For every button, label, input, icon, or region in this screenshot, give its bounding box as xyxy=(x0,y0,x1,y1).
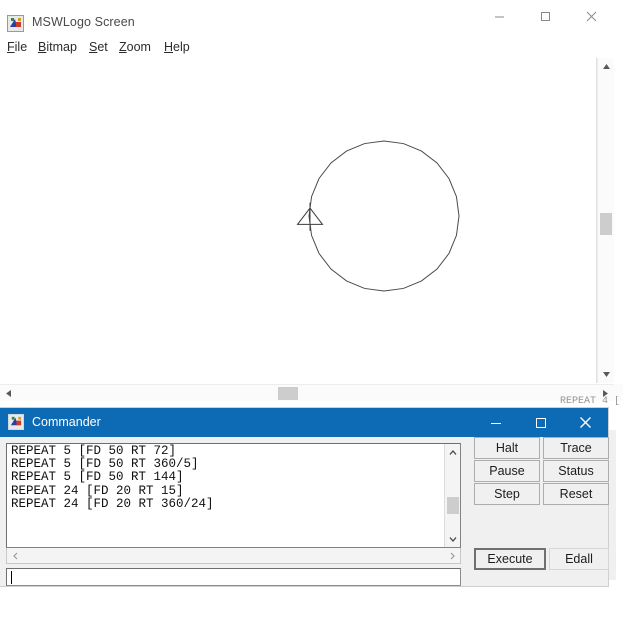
maximize-button[interactable] xyxy=(522,0,568,32)
halt-button[interactable]: Halt xyxy=(474,437,540,459)
menu-mnemonic: Z xyxy=(119,40,127,54)
menu-rest: elp xyxy=(173,40,190,54)
scroll-down-icon[interactable] xyxy=(598,366,614,383)
history-horizontal-scrollbar[interactable] xyxy=(6,548,461,564)
scroll-up-icon[interactable] xyxy=(445,444,460,460)
background-console-text: REPEAT 4 [ xyxy=(560,396,620,407)
commander-title: Commander xyxy=(32,415,101,429)
menu-mnemonic: H xyxy=(164,40,173,54)
menu-rest: itmap xyxy=(46,40,77,54)
turtle-cursor-icon xyxy=(298,203,323,231)
commander-maximize-button[interactable] xyxy=(518,408,563,437)
menu-item-set[interactable]: Set xyxy=(89,40,108,54)
screen-titlebar: MSWLogo Screen xyxy=(0,0,623,38)
menu-rest: ile xyxy=(15,40,28,54)
step-button[interactable]: Step xyxy=(474,483,540,505)
reset-button[interactable]: Reset xyxy=(543,483,609,505)
mswlogo-screen-window: MSWLogo Screen File Bitmap Set Zoom Help xyxy=(0,0,623,410)
history-line: REPEAT 5 [FD 50 RT 144] xyxy=(11,471,442,484)
trace-button[interactable]: Trace xyxy=(543,437,609,459)
commander-close-button[interactable] xyxy=(563,408,608,437)
execute-button[interactable]: Execute xyxy=(474,548,546,570)
turtle-drawing xyxy=(0,58,596,383)
command-history-pane[interactable]: REPEAT 5 [FD 50 RT 72]REPEAT 5 [FD 50 RT… xyxy=(6,443,461,548)
screen-vertical-scroll-thumb[interactable] xyxy=(600,213,612,235)
mswlogo-app-icon xyxy=(8,414,24,430)
commander-titlebar: Commander xyxy=(0,408,608,437)
screen-title: MSWLogo Screen xyxy=(32,15,135,29)
close-button[interactable] xyxy=(568,0,614,32)
scroll-left-icon[interactable] xyxy=(7,548,23,563)
menu-rest: et xyxy=(97,40,107,54)
minimize-button[interactable] xyxy=(476,0,522,32)
turtle-graphics-canvas[interactable] xyxy=(0,58,597,383)
menu-item-bitmap[interactable]: Bitmap xyxy=(38,40,77,54)
screen-horizontal-scrollbar[interactable] xyxy=(0,384,614,401)
mswlogo-app-icon xyxy=(7,15,24,32)
history-line: REPEAT 24 [FD 20 RT 15] xyxy=(11,485,442,498)
text-caret xyxy=(11,571,12,584)
history-line: REPEAT 24 [FD 20 RT 360/24] xyxy=(11,498,442,511)
pause-button[interactable]: Pause xyxy=(474,460,540,482)
menu-bar: File Bitmap Set Zoom Help xyxy=(0,40,623,57)
command-input-field[interactable] xyxy=(6,568,461,586)
screen-vertical-scrollbar[interactable] xyxy=(597,58,614,383)
commander-minimize-button[interactable] xyxy=(473,408,518,437)
menu-rest: oom xyxy=(127,40,151,54)
status-button[interactable]: Status xyxy=(543,460,609,482)
menu-item-help[interactable]: Help xyxy=(164,40,190,54)
scroll-right-icon[interactable] xyxy=(444,548,460,563)
menu-mnemonic: F xyxy=(7,40,15,54)
command-history-list: REPEAT 5 [FD 50 RT 72]REPEAT 5 [FD 50 RT… xyxy=(11,445,442,511)
scroll-down-icon[interactable] xyxy=(445,531,460,547)
history-vertical-scroll-thumb[interactable] xyxy=(447,497,459,514)
menu-item-zoom[interactable]: Zoom xyxy=(119,40,151,54)
scroll-left-icon[interactable] xyxy=(0,385,17,401)
drawn-circle-polygon xyxy=(309,141,459,291)
scroll-up-icon[interactable] xyxy=(598,58,614,75)
screen-horizontal-scroll-thumb[interactable] xyxy=(278,387,298,400)
history-vertical-scrollbar[interactable] xyxy=(444,444,460,547)
menu-item-file[interactable]: File xyxy=(7,40,27,54)
edall-button[interactable]: Edall xyxy=(549,548,609,570)
